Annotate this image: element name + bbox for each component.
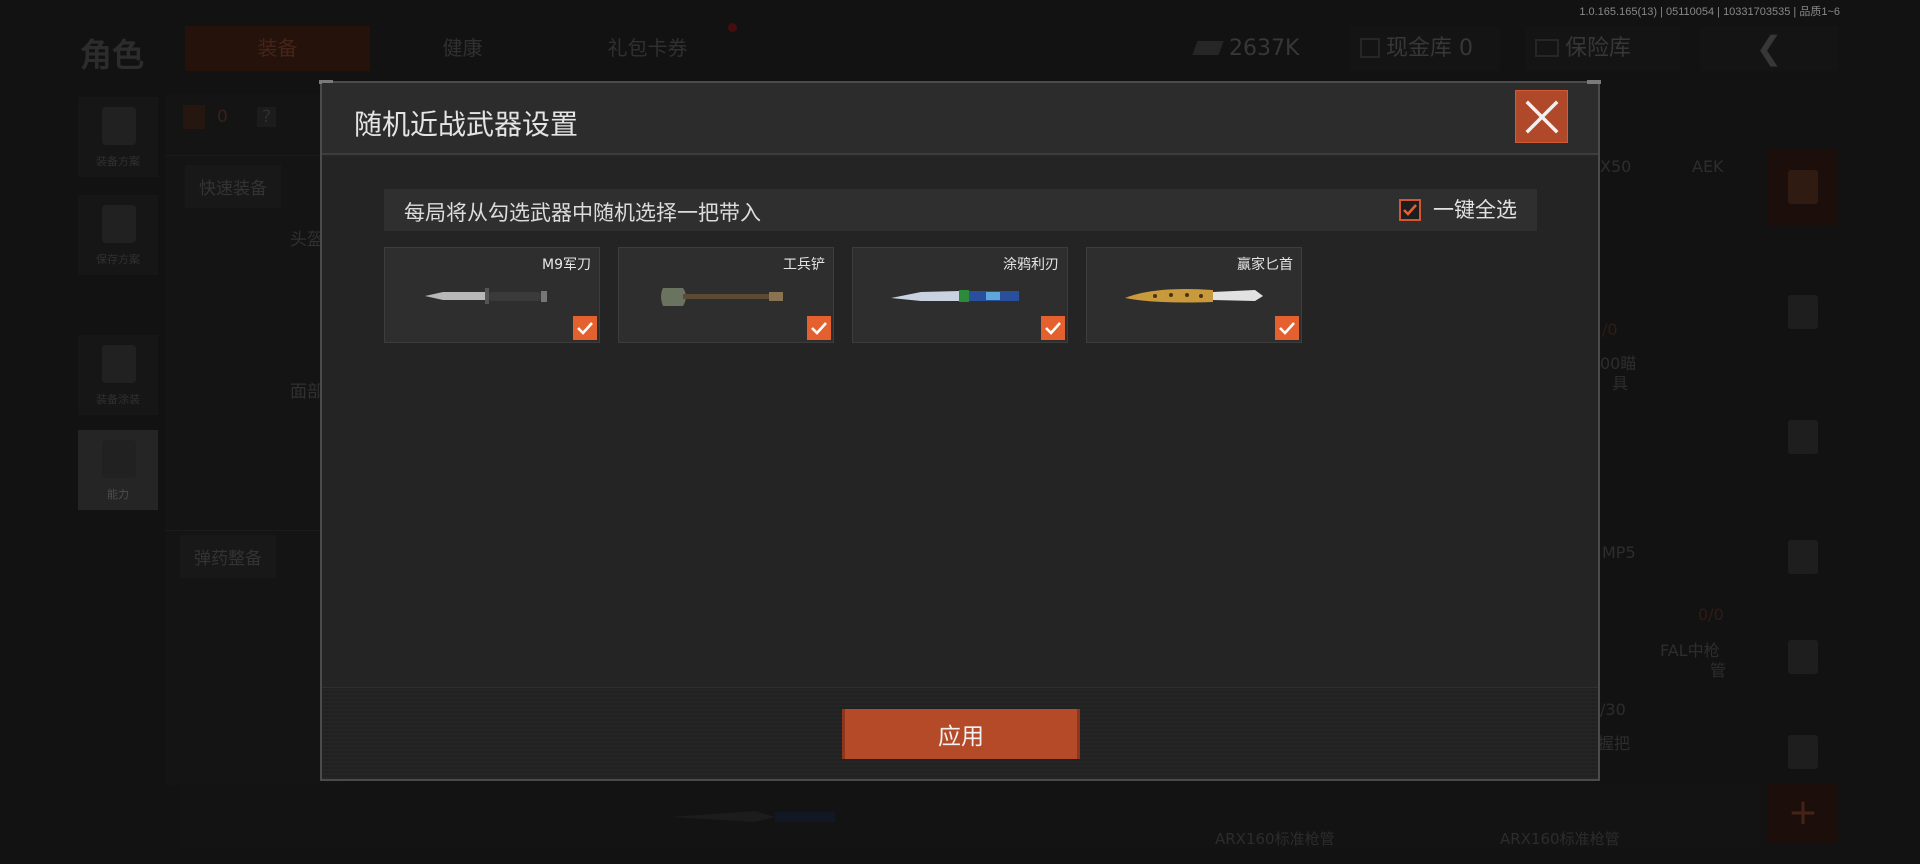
select-all-toggle[interactable]: 一键全选 [1399,195,1517,225]
weapon-name: 工兵铲 [783,257,825,273]
entrenching-shovel-icon [661,288,783,306]
check-icon [1279,322,1295,335]
dialog-header: 随机近战武器设置 [322,83,1598,155]
golden-dagger-icon [1125,289,1263,303]
random-melee-dialog: 随机近战武器设置 每局将从勾选武器中随机选择一把带入 一键全选 M9军刀 工兵铲… [319,80,1601,781]
apply-button[interactable]: 应用 [842,709,1080,759]
check-icon [1403,204,1417,216]
select-all-label: 一键全选 [1433,198,1517,222]
select-all-checkbox[interactable] [1399,199,1421,221]
weapon-checkbox[interactable] [1275,316,1299,340]
graffiti-blade-icon [891,290,1019,302]
check-icon [1045,322,1061,335]
weapon-name: 涂鸦利刃 [1003,257,1059,273]
weapon-card-shovel[interactable]: 工兵铲 [618,247,834,343]
dialog-title: 随机近战武器设置 [354,108,579,141]
hint-bar: 每局将从勾选武器中随机选择一把带入 一键全选 [384,189,1537,231]
weapon-card-graffiti-blade[interactable]: 涂鸦利刃 [852,247,1068,343]
weapon-checkbox[interactable] [1041,316,1065,340]
check-icon [811,322,827,335]
dialog-footer: 应用 [322,687,1598,779]
check-icon [577,322,593,335]
close-icon [1525,100,1559,134]
weapon-card-m9[interactable]: M9军刀 [384,247,600,343]
weapon-checkbox[interactable] [573,316,597,340]
weapon-name: M9军刀 [542,257,591,273]
bayonet-knife-icon [425,288,547,304]
weapon-card-winner-dagger[interactable]: 赢家匕首 [1086,247,1302,343]
close-button[interactable] [1515,90,1568,143]
dialog-body: 每局将从勾选武器中随机选择一把带入 一键全选 M9军刀 工兵铲 涂鸦利刃 赢家匕… [322,157,1598,687]
hint-text: 每局将从勾选武器中随机选择一把带入 [404,201,761,225]
weapon-checkbox[interactable] [807,316,831,340]
weapon-name: 赢家匕首 [1237,257,1293,273]
